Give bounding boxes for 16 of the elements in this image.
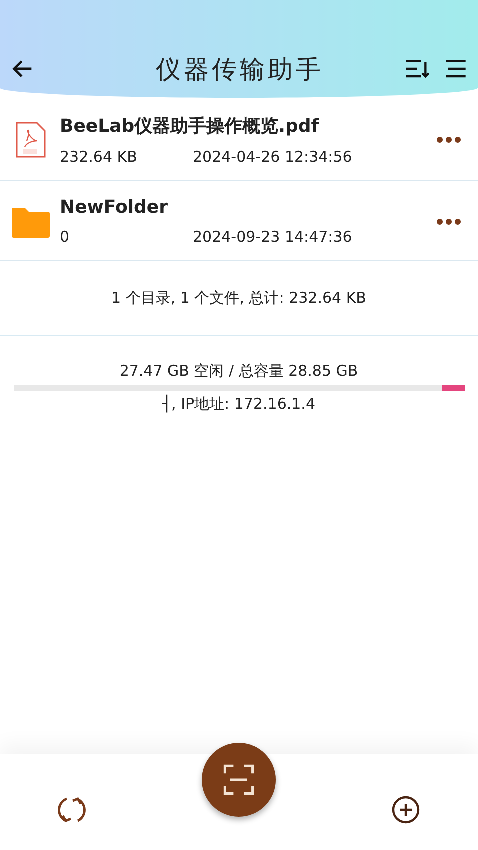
file-size: 0: [60, 228, 71, 246]
folder-icon: [12, 206, 50, 238]
file-date: 2024-04-26 12:34:56: [193, 148, 352, 166]
more-icon[interactable]: [436, 218, 462, 226]
summary-text: 1 个目录, 1 个文件, 总计: 232.64 KB: [112, 288, 366, 308]
scan-button[interactable]: [202, 743, 276, 817]
storage-text: 27.47 GB 空闲 / 总容量 28.85 GB: [120, 362, 358, 381]
page-title: 仪器传输助手: [155, 54, 325, 86]
file-size: 232.64 KB: [60, 148, 138, 166]
add-icon[interactable]: [390, 795, 421, 825]
more-icon[interactable]: [436, 136, 462, 144]
file-name[interactable]: NewFolder: [60, 197, 426, 218]
ip-address-text: ┤, IP地址: 172.16.1.4: [162, 395, 316, 414]
file-name[interactable]: BeeLab仪器助手操作概览.pdf: [60, 114, 426, 138]
scan-icon[interactable]: [222, 763, 256, 797]
file-date: 2024-09-23 14:47:36: [193, 228, 352, 246]
